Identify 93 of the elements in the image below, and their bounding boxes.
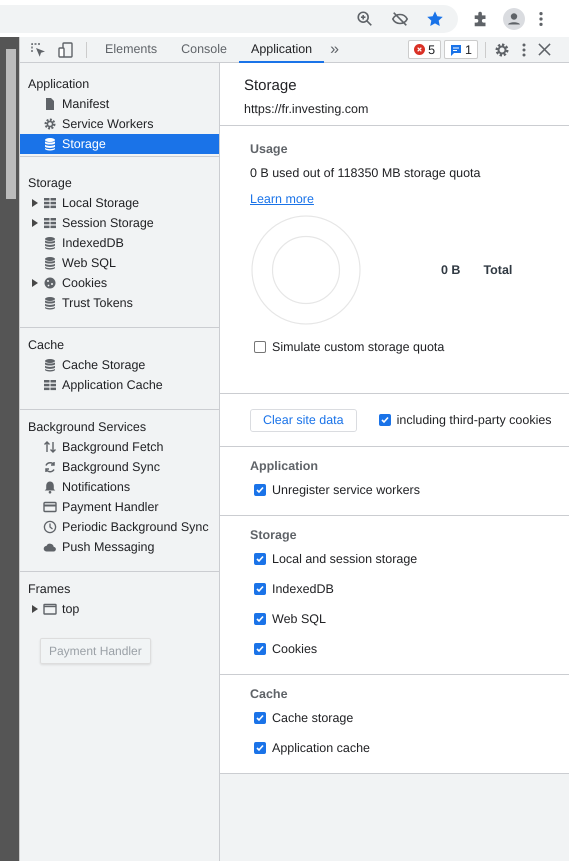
avatar-icon[interactable] xyxy=(503,8,525,30)
usage-ring-icon xyxy=(250,214,362,326)
star-icon[interactable] xyxy=(426,10,444,28)
checkbox-label: Unregister service workers xyxy=(272,483,420,497)
grid-icon xyxy=(43,216,57,230)
sync-icon xyxy=(43,460,57,474)
sidebar-item[interactable]: Manifest xyxy=(20,94,219,114)
settings-icon[interactable] xyxy=(494,42,510,58)
clear-site-data-button[interactable]: Clear site data xyxy=(250,408,357,432)
sidebar-item[interactable]: Trust Tokens xyxy=(20,293,219,313)
more-tabs-button[interactable]: » xyxy=(324,40,346,58)
sidebar-item[interactable]: IndexedDB xyxy=(20,233,219,253)
sidebar-item[interactable]: Storage xyxy=(20,134,219,154)
sidebar-item[interactable]: Notifications xyxy=(20,477,219,497)
sidebar-item[interactable]: Payment Handler xyxy=(20,497,219,517)
clock-icon xyxy=(43,520,57,534)
checkbox-label: Simulate custom storage quota xyxy=(272,340,444,354)
file-icon xyxy=(43,97,57,111)
sidebar-item[interactable]: Cache Storage xyxy=(20,355,219,375)
card-icon xyxy=(43,500,57,514)
inspect-icon[interactable] xyxy=(30,42,46,58)
database-icon xyxy=(43,296,57,310)
sidebar-item[interactable]: Local Storage xyxy=(20,193,219,213)
sidebar-item[interactable]: Service Workers xyxy=(20,114,219,134)
origin-url: https://fr.investing.com xyxy=(244,102,370,116)
devtools-tab[interactable]: Console xyxy=(169,38,239,62)
close-icon[interactable] xyxy=(538,43,551,56)
error-icon xyxy=(414,44,426,55)
checkbox-label: Local and session storage xyxy=(272,552,418,566)
zoom-icon[interactable] xyxy=(356,10,374,28)
expand-arrow-icon[interactable] xyxy=(32,605,38,613)
sidebar-heading: Application xyxy=(27,76,90,93)
sidebar-item[interactable]: Application Cache xyxy=(20,375,219,395)
total-value: 0 B xyxy=(441,263,460,277)
section-heading: Cache xyxy=(250,687,289,701)
sidebar-item[interactable]: Push Messaging xyxy=(20,537,219,557)
checkbox[interactable] xyxy=(254,341,266,353)
checkbox[interactable] xyxy=(254,553,266,565)
checkbox-label: Cookies xyxy=(272,642,318,656)
checkbox[interactable] xyxy=(254,742,266,754)
expand-arrow-icon[interactable] xyxy=(32,219,38,227)
database-icon xyxy=(43,358,57,372)
database-icon xyxy=(43,256,57,270)
checkbox-label: including third-party cookies xyxy=(396,413,552,427)
checkbox[interactable] xyxy=(254,484,266,496)
cookie-icon xyxy=(43,276,57,290)
message-icon xyxy=(450,44,462,56)
devtools-tab[interactable]: Elements xyxy=(93,38,170,62)
database-icon xyxy=(43,137,57,151)
up-down-arrows-icon xyxy=(43,440,57,454)
more-options-icon[interactable] xyxy=(522,42,526,58)
sidebar-item[interactable]: Web SQL xyxy=(20,253,219,273)
expand-arrow-icon[interactable] xyxy=(32,279,38,287)
checkbox[interactable] xyxy=(254,613,266,625)
checkbox-label: Cache storage xyxy=(272,711,354,725)
message-count-button[interactable]: 1 xyxy=(444,40,478,59)
sidebar-item[interactable]: Session Storage xyxy=(20,213,219,233)
eye-slash-icon[interactable] xyxy=(391,10,409,28)
sidebar-heading: Frames xyxy=(27,581,72,598)
sidebar-item[interactable]: top xyxy=(20,599,219,619)
error-count-button[interactable]: 5 xyxy=(408,40,442,59)
sidebar-item[interactable]: Background Sync xyxy=(20,457,219,477)
bell-icon xyxy=(43,480,57,494)
tooltip: Payment Handler xyxy=(40,638,151,664)
usage-text: 0 B used out of 118350 MB storage quota xyxy=(250,166,482,180)
panel-title: Storage xyxy=(244,77,298,96)
sidebar-heading: Storage xyxy=(27,175,73,192)
device-icon[interactable] xyxy=(58,42,74,58)
checkbox[interactable] xyxy=(254,643,266,655)
checkbox[interactable] xyxy=(254,712,266,724)
sidebar-item[interactable]: Cookies xyxy=(20,273,219,293)
checkbox-label: Application cache xyxy=(272,741,370,755)
checkbox[interactable] xyxy=(378,414,391,426)
gear-icon xyxy=(43,117,57,131)
total-label: Total xyxy=(483,263,512,277)
checkbox-label: IndexedDB xyxy=(272,582,334,596)
checkbox[interactable] xyxy=(254,583,266,595)
learn-more-link[interactable]: Learn more xyxy=(250,192,314,206)
sidebar-item[interactable]: Background Fetch xyxy=(20,437,219,457)
section-heading: Usage xyxy=(250,142,289,156)
database-icon xyxy=(43,236,57,250)
checkbox-label: Web SQL xyxy=(272,612,326,626)
sidebar-heading: Cache xyxy=(27,337,66,354)
section-heading: Storage xyxy=(250,528,298,542)
frame-icon xyxy=(43,602,57,616)
grid-icon xyxy=(43,196,57,210)
sidebar-item[interactable]: Periodic Background Sync xyxy=(20,517,219,537)
menu-icon[interactable] xyxy=(538,10,544,28)
sidebar-heading: Background Services xyxy=(27,419,148,436)
section-heading: Application xyxy=(250,459,320,473)
grid-icon xyxy=(43,378,57,392)
scrollbar[interactable] xyxy=(0,37,20,861)
expand-arrow-icon[interactable] xyxy=(32,199,38,207)
